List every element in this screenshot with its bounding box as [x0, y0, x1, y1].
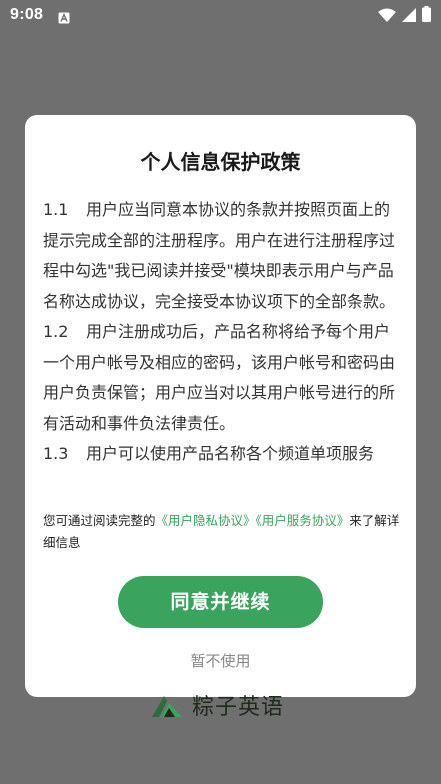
policy-text: 用户注册成功后，产品名称将给予每个用户一个用户帐号及相应的密码，该用户帐号和密码…	[43, 322, 396, 433]
policy-text: 用户可以使用产品名称各个频道单项服务	[86, 444, 375, 463]
status-time: 9:08	[10, 6, 44, 23]
notification-a-icon	[58, 9, 70, 24]
policy-text: 用户应当同意本协议的条款并按照页面上的提示完成全部的注册程序。用户在进行注册程序…	[43, 200, 396, 311]
policy-number: 1.3	[43, 444, 69, 463]
decline-button[interactable]: 暂不使用	[25, 649, 416, 673]
policy-notice: 您可通过阅读完整的《用户隐私协议》《用户服务协议》来了解详细信息	[43, 510, 403, 554]
privacy-policy-dialog: 个人信息保护政策 1.1 用户应当同意本协议的条款并按照页面上的提示完成全部的注册…	[25, 115, 416, 697]
wifi-icon	[378, 7, 396, 26]
brand-name: 粽子英语	[192, 695, 285, 720]
cell-signal-icon	[402, 7, 416, 26]
policy-paragraph: 1.3 用户可以使用产品名称各个频道单项服务	[43, 439, 399, 470]
status-bar: 9:08	[0, 0, 441, 32]
notice-prefix: 您可通过阅读完整的	[43, 513, 156, 528]
dialog-title: 个人信息保护政策	[140, 150, 301, 174]
agree-continue-button[interactable]: 同意并继续	[118, 576, 323, 628]
policy-number: 1.1	[43, 200, 69, 219]
brand: 粽子英语	[150, 693, 284, 723]
privacy-agreement-link[interactable]: 《用户隐私协议》	[156, 513, 256, 528]
policy-paragraph: 1.1 用户应当同意本协议的条款并按照页面上的提示完成全部的注册程序。用户在进行注…	[43, 195, 399, 317]
status-icons	[378, 6, 431, 26]
policy-body[interactable]: 1.1 用户应当同意本协议的条款并按照页面上的提示完成全部的注册程序。用户在进行注…	[43, 195, 399, 495]
battery-icon	[422, 6, 431, 26]
service-agreement-link[interactable]: 《用户服务协议》	[256, 513, 350, 528]
policy-paragraph: 1.2 用户注册成功后，产品名称将给予每个用户一个用户帐号及相应的密码，该用户帐号…	[43, 317, 399, 439]
policy-number: 1.2	[43, 322, 69, 341]
brand-logo-icon	[150, 694, 184, 722]
